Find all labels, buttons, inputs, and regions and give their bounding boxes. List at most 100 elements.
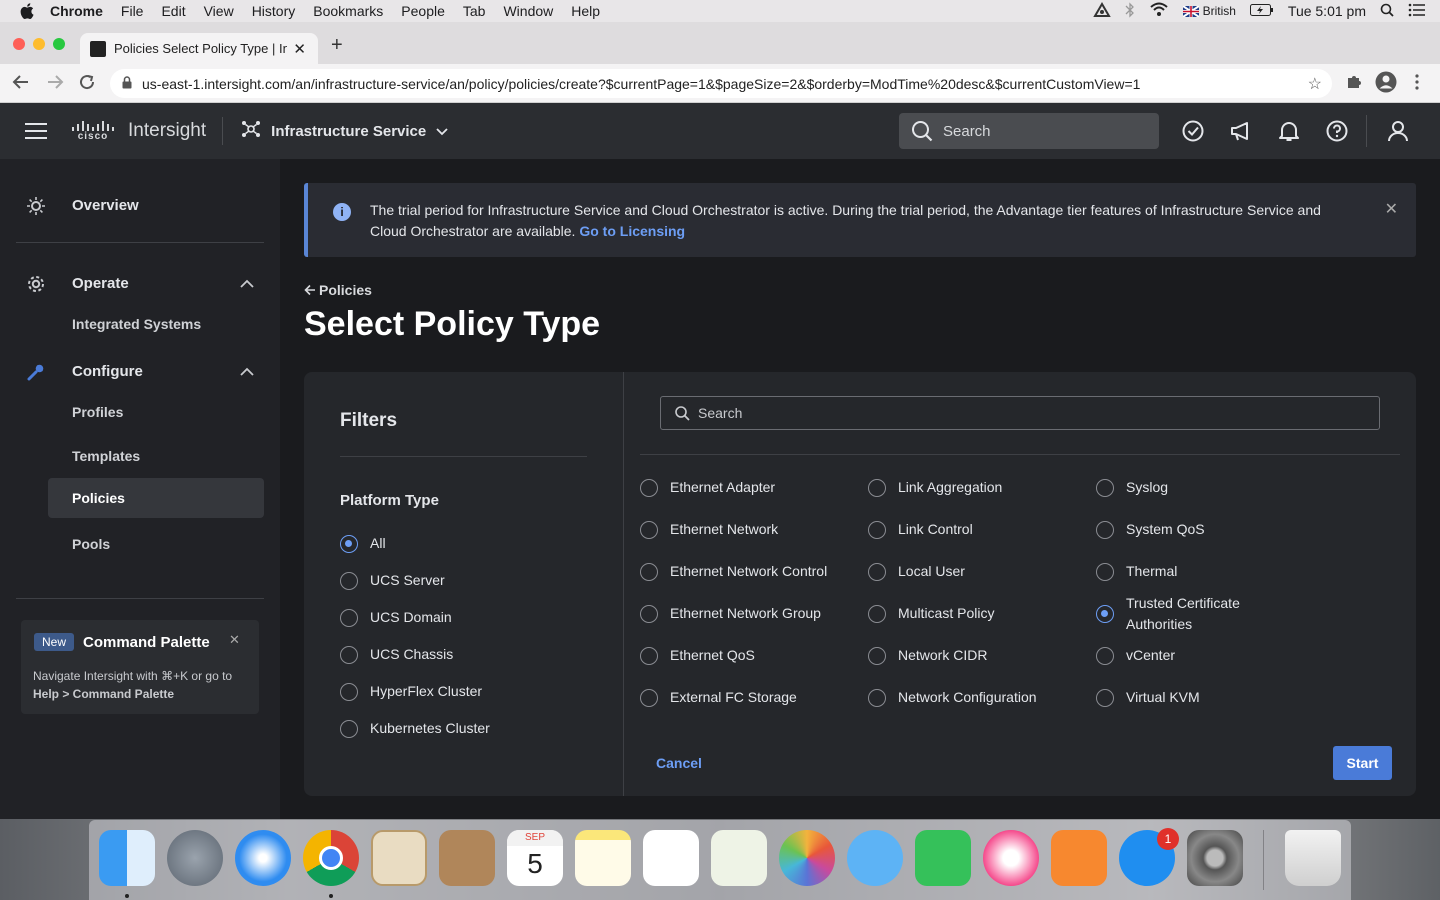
notification-center-icon[interactable]: [1408, 3, 1426, 20]
menu-tab[interactable]: Tab: [463, 3, 486, 19]
policy-radio-ethernet-network-control[interactable]: [640, 563, 658, 581]
policy-type-label[interactable]: Thermal: [1126, 561, 1177, 582]
music-note-icon[interactable]: [983, 830, 1039, 886]
policy-type-label[interactable]: Ethernet QoS: [670, 645, 755, 666]
menu-app-name[interactable]: Chrome: [50, 3, 103, 19]
platform-radio-label[interactable]: UCS Domain: [370, 607, 452, 628]
url-text[interactable]: us-east-1.intersight.com/an/infrastructu…: [142, 76, 1308, 92]
policy-type-label[interactable]: Network Configuration: [898, 687, 1037, 708]
sidebar-item-overview[interactable]: Overview: [0, 185, 280, 225]
safari-compass-icon[interactable]: [235, 830, 291, 886]
menu-window[interactable]: Window: [503, 3, 553, 19]
input-source[interactable]: British: [1181, 4, 1236, 19]
policy-radio-virtual-kvm[interactable]: [1096, 689, 1114, 707]
go-to-licensing-link[interactable]: Go to Licensing: [579, 223, 685, 239]
books-icon[interactable]: [1051, 830, 1107, 886]
policy-radio-trusted-certificate-authorities[interactable]: [1096, 605, 1114, 623]
reminders-icon[interactable]: [643, 830, 699, 886]
policy-radio-ethernet-qos[interactable]: [640, 647, 658, 665]
menu-people[interactable]: People: [401, 3, 445, 19]
reload-icon[interactable]: [78, 73, 96, 96]
policy-type-label[interactable]: Link Aggregation: [898, 477, 1002, 498]
platform-radio-label[interactable]: All: [370, 533, 386, 554]
sidebar-item-pools[interactable]: Pools: [48, 524, 264, 564]
chrome-icon[interactable]: [303, 830, 359, 886]
menu-bookmarks[interactable]: Bookmarks: [313, 3, 383, 19]
wifi-icon[interactable]: [1149, 2, 1169, 20]
policy-radio-network-cidr[interactable]: [868, 647, 886, 665]
menu-view[interactable]: View: [204, 3, 234, 19]
sidebar-item-operate[interactable]: Operate: [0, 263, 280, 303]
hamburger-menu-icon[interactable]: [25, 118, 47, 144]
chevron-up-icon[interactable]: [240, 275, 254, 292]
policy-type-label[interactable]: Syslog: [1126, 477, 1168, 498]
back-arrow-icon[interactable]: [12, 73, 30, 96]
app-name[interactable]: Intersight: [128, 120, 206, 142]
policy-search-input[interactable]: Search: [660, 396, 1380, 430]
start-button[interactable]: Start: [1333, 746, 1392, 780]
apple-menu-icon[interactable]: [18, 3, 36, 19]
sidebar-item-templates[interactable]: Templates: [48, 436, 264, 476]
extensions-puzzle-icon[interactable]: [1345, 73, 1363, 96]
sidebar-item-policies[interactable]: Policies: [48, 478, 264, 518]
facetime-icon[interactable]: [915, 830, 971, 886]
global-search-input[interactable]: Search: [899, 113, 1159, 149]
policy-type-label[interactable]: External FC Storage: [670, 687, 797, 708]
trash-icon[interactable]: [1285, 830, 1341, 886]
policy-type-label[interactable]: Virtual KVM: [1126, 687, 1200, 708]
policy-radio-ethernet-network[interactable]: [640, 521, 658, 539]
messages-bubble-icon[interactable]: [847, 830, 903, 886]
clock[interactable]: Tue 5:01 pm: [1288, 3, 1366, 19]
browser-menu-icon[interactable]: [1414, 73, 1420, 96]
browser-tab[interactable]: Policies Select Policy Type | Intersight…: [80, 33, 318, 64]
menu-history[interactable]: History: [252, 3, 296, 19]
policy-radio-vcenter[interactable]: [1096, 647, 1114, 665]
back-to-policies-link[interactable]: Policies: [304, 282, 372, 298]
menu-file[interactable]: File: [121, 3, 144, 19]
policy-type-label[interactable]: Ethernet Network: [670, 519, 778, 540]
forward-arrow-icon[interactable]: [46, 73, 64, 96]
window-close-button[interactable]: [13, 38, 25, 50]
policy-radio-multicast-policy[interactable]: [868, 605, 886, 623]
policy-type-label[interactable]: Ethernet Network Group: [670, 603, 821, 624]
policy-radio-link-aggregation[interactable]: [868, 479, 886, 497]
policy-type-label[interactable]: Trusted Certificate Authorities: [1126, 593, 1256, 635]
platform-radio-ucs-domain[interactable]: [340, 609, 358, 627]
platform-radio-ucs-chassis[interactable]: [340, 646, 358, 664]
battery-icon[interactable]: [1249, 3, 1274, 19]
platform-radio-label[interactable]: Kubernetes Cluster: [370, 718, 490, 739]
sidebar-item-profiles[interactable]: Profiles: [48, 392, 264, 432]
address-bar[interactable]: us-east-1.intersight.com/an/infrastructu…: [110, 69, 1332, 98]
policy-type-label[interactable]: System QoS: [1126, 519, 1205, 540]
sidebar-item-configure[interactable]: Configure: [0, 351, 280, 391]
finder-icon[interactable]: [99, 830, 155, 886]
policy-radio-thermal[interactable]: [1096, 563, 1114, 581]
menu-help[interactable]: Help: [571, 3, 600, 19]
close-icon[interactable]: ✕: [1385, 199, 1398, 219]
platform-radio-ucs-server[interactable]: [340, 572, 358, 590]
calendar-icon[interactable]: SEP 5: [507, 830, 563, 886]
policy-radio-system-qos[interactable]: [1096, 521, 1114, 539]
announcements-megaphone-icon[interactable]: [1230, 120, 1252, 147]
status-app-icon[interactable]: [1092, 1, 1111, 21]
platform-radio-hyperflex-cluster[interactable]: [340, 683, 358, 701]
platform-radio-label[interactable]: HyperFlex Cluster: [370, 681, 482, 702]
bluetooth-icon[interactable]: [1125, 1, 1135, 21]
policy-type-label[interactable]: Link Control: [898, 519, 973, 540]
close-icon[interactable]: ✕: [229, 632, 240, 648]
maps-icon[interactable]: [711, 830, 767, 886]
photos-icon[interactable]: [779, 830, 835, 886]
policy-type-label[interactable]: vCenter: [1126, 645, 1175, 666]
notifications-bell-icon[interactable]: [1279, 120, 1299, 147]
help-question-icon[interactable]: [1326, 120, 1348, 147]
bookmark-star-icon[interactable]: ☆: [1308, 74, 1322, 94]
user-profile-icon[interactable]: [1387, 120, 1409, 147]
launchpad-rocket-icon[interactable]: [167, 830, 223, 886]
policy-radio-ethernet-adapter[interactable]: [640, 479, 658, 497]
contacts-book-icon[interactable]: [439, 830, 495, 886]
platform-radio-label[interactable]: UCS Server: [370, 570, 445, 591]
platform-radio-all[interactable]: [340, 535, 358, 553]
policy-radio-local-user[interactable]: [868, 563, 886, 581]
platform-radio-kubernetes-cluster[interactable]: [340, 720, 358, 738]
notes-icon[interactable]: [575, 830, 631, 886]
